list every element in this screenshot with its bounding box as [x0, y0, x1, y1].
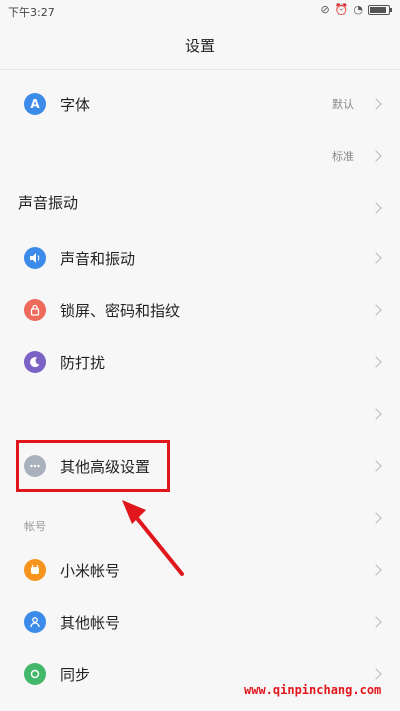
annotation-arrow — [122, 500, 184, 576]
watermark-text: www.qinpinchang.com — [244, 683, 382, 697]
